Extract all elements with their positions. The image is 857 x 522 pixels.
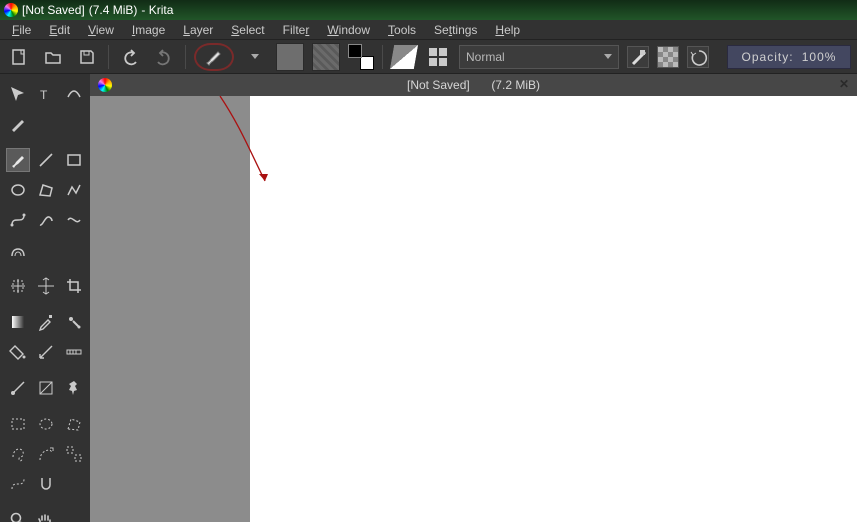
pan-tool[interactable]: [34, 508, 58, 522]
pin-tool[interactable]: [62, 376, 86, 400]
krita-icon: [98, 78, 112, 92]
close-tab-button[interactable]: ✕: [837, 77, 851, 91]
canvas-viewport[interactable]: [90, 96, 857, 522]
menu-layer[interactable]: Layer: [175, 21, 221, 39]
fg-color[interactable]: [348, 44, 362, 58]
bezier-tool[interactable]: [6, 208, 30, 232]
freehand-select-tool[interactable]: [6, 442, 30, 466]
title-app: - Krita: [141, 3, 173, 17]
menu-window[interactable]: Window: [319, 21, 378, 39]
reload-preset-button[interactable]: [687, 46, 709, 68]
opacity-slider[interactable]: Opacity: 100%: [727, 45, 851, 69]
multibrush-tool[interactable]: [6, 238, 30, 262]
menu-tools[interactable]: Tools: [380, 21, 424, 39]
document-tabbar: [Not Saved] (7.2 MiB) ✕: [90, 74, 857, 96]
redo-button[interactable]: [151, 44, 177, 70]
menu-settings[interactable]: Settings: [426, 21, 485, 39]
window-titlebar: [Not Saved] (7.4 MiB) - Krita: [0, 0, 857, 20]
main-toolbar: Normal Opacity: 100%: [0, 40, 857, 74]
crop-tool[interactable]: [62, 274, 86, 298]
menu-file[interactable]: File: [4, 21, 39, 39]
new-file-button[interactable]: [6, 44, 32, 70]
menu-image[interactable]: Image: [124, 21, 173, 39]
blend-mode-combo[interactable]: Normal: [459, 45, 619, 69]
freehand-brush-tool[interactable]: [6, 148, 30, 172]
tab-title: [Not Saved]: [407, 78, 470, 92]
magnet-select-tool[interactable]: [34, 472, 58, 496]
save-file-button[interactable]: [74, 44, 100, 70]
pattern-edit-tool[interactable]: [34, 376, 58, 400]
svg-text:T: T: [40, 88, 48, 102]
color-picker-tool[interactable]: [34, 310, 58, 334]
separator: [382, 45, 383, 69]
undo-button[interactable]: [117, 44, 143, 70]
menu-view[interactable]: View: [80, 21, 122, 39]
transform2-tool[interactable]: [34, 274, 58, 298]
title-doc: [Not Saved]: [22, 3, 85, 17]
separator: [185, 45, 186, 69]
transform-tool[interactable]: [6, 82, 30, 106]
menu-bar: File Edit View Image Layer Select Filter…: [0, 20, 857, 40]
brush-tip-preview[interactable]: [276, 43, 304, 71]
canvas[interactable]: [250, 96, 857, 522]
menu-help[interactable]: Help: [487, 21, 528, 39]
preserve-alpha-button[interactable]: [657, 46, 679, 68]
smart-patch-tool[interactable]: [62, 310, 86, 334]
open-file-button[interactable]: [40, 44, 66, 70]
alpha-lock-button[interactable]: [627, 46, 649, 68]
chevron-down-icon: [604, 54, 612, 59]
freehand-path-tool[interactable]: [34, 208, 58, 232]
polygon-select-tool[interactable]: [62, 412, 86, 436]
dynamic-brush-tool[interactable]: [62, 208, 86, 232]
document-tab[interactable]: [Not Saved] (7.2 MiB): [407, 78, 540, 93]
brush-preset-button[interactable]: [194, 43, 234, 71]
title-size: (7.4 MiB): [89, 3, 138, 17]
toolbox: T: [0, 74, 90, 522]
menu-filter[interactable]: Filter: [275, 21, 318, 39]
gradient-tool[interactable]: [6, 310, 30, 334]
similar-select-tool[interactable]: [62, 442, 86, 466]
blend-mode-value: Normal: [466, 50, 505, 64]
menu-select[interactable]: Select: [223, 21, 272, 39]
krita-icon: [4, 3, 18, 17]
separator: [108, 45, 109, 69]
eraser-mode-button[interactable]: [389, 44, 420, 70]
mirror-grid-button[interactable]: [425, 44, 451, 70]
move-tool[interactable]: [6, 274, 30, 298]
brush-icon: [204, 47, 224, 67]
bezier-select-tool[interactable]: [6, 472, 30, 496]
brush-dropdown-button[interactable]: [242, 44, 268, 70]
ellipse-select-tool[interactable]: [34, 412, 58, 436]
bg-color[interactable]: [360, 56, 374, 70]
calligraphy-tool[interactable]: [6, 112, 30, 136]
contiguous-select-tool[interactable]: [34, 442, 58, 466]
zoom-tool[interactable]: [6, 508, 30, 522]
menu-edit[interactable]: Edit: [41, 21, 78, 39]
fg-bg-color-swatch[interactable]: [348, 44, 374, 70]
edit-shapes-tool[interactable]: [62, 82, 86, 106]
ellipse-tool[interactable]: [6, 178, 30, 202]
reference-image-tool[interactable]: [6, 376, 30, 400]
document-area: [Not Saved] (7.2 MiB) ✕: [90, 74, 857, 522]
pattern-preview[interactable]: [312, 43, 340, 71]
polyline-tool[interactable]: [62, 178, 86, 202]
text-tool[interactable]: T: [34, 82, 58, 106]
rect-select-tool[interactable]: [6, 412, 30, 436]
rectangle-tool[interactable]: [62, 148, 86, 172]
fill-tool[interactable]: [6, 340, 30, 364]
opacity-label: Opacity:: [742, 50, 794, 64]
assistant-tool[interactable]: [34, 340, 58, 364]
menu-file-label: ile: [19, 23, 31, 37]
measure-tool[interactable]: [62, 340, 86, 364]
line-tool[interactable]: [34, 148, 58, 172]
opacity-value: 100%: [802, 50, 837, 64]
tab-size: (7.2 MiB): [491, 78, 540, 92]
polygon-tool[interactable]: [34, 178, 58, 202]
